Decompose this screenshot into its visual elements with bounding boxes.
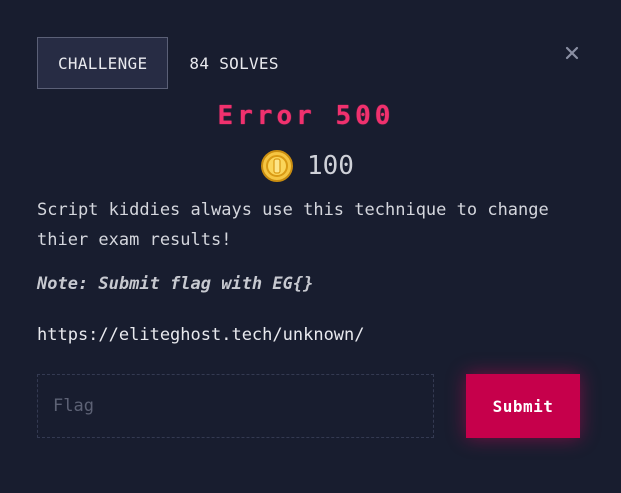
challenge-link[interactable]: https://eliteghost.tech/unknown/: [37, 325, 365, 345]
tab-solves-label: 84 SOLVES: [189, 53, 279, 73]
flag-input[interactable]: [37, 374, 434, 438]
tab-bar: CHALLENGE 84 SOLVES: [37, 37, 279, 89]
tab-challenge-label: CHALLENGE: [58, 53, 148, 73]
close-icon: [565, 45, 579, 64]
coin-icon: [260, 149, 294, 183]
challenge-description: Script kiddies always use this technique…: [37, 200, 549, 250]
challenge-note: Note: Submit flag with EG{}: [37, 274, 314, 294]
points-value: 100: [307, 151, 354, 181]
challenge-points: 100: [260, 148, 354, 184]
tab-challenge[interactable]: CHALLENGE: [37, 37, 169, 89]
close-button[interactable]: [561, 43, 583, 65]
challenge-title: Error 500: [217, 101, 395, 131]
tab-solves[interactable]: 84 SOLVES: [189, 54, 278, 73]
submit-button[interactable]: Submit: [466, 374, 580, 438]
challenge-modal: CHALLENGE 84 SOLVES Error 500 100 Script…: [0, 0, 621, 493]
